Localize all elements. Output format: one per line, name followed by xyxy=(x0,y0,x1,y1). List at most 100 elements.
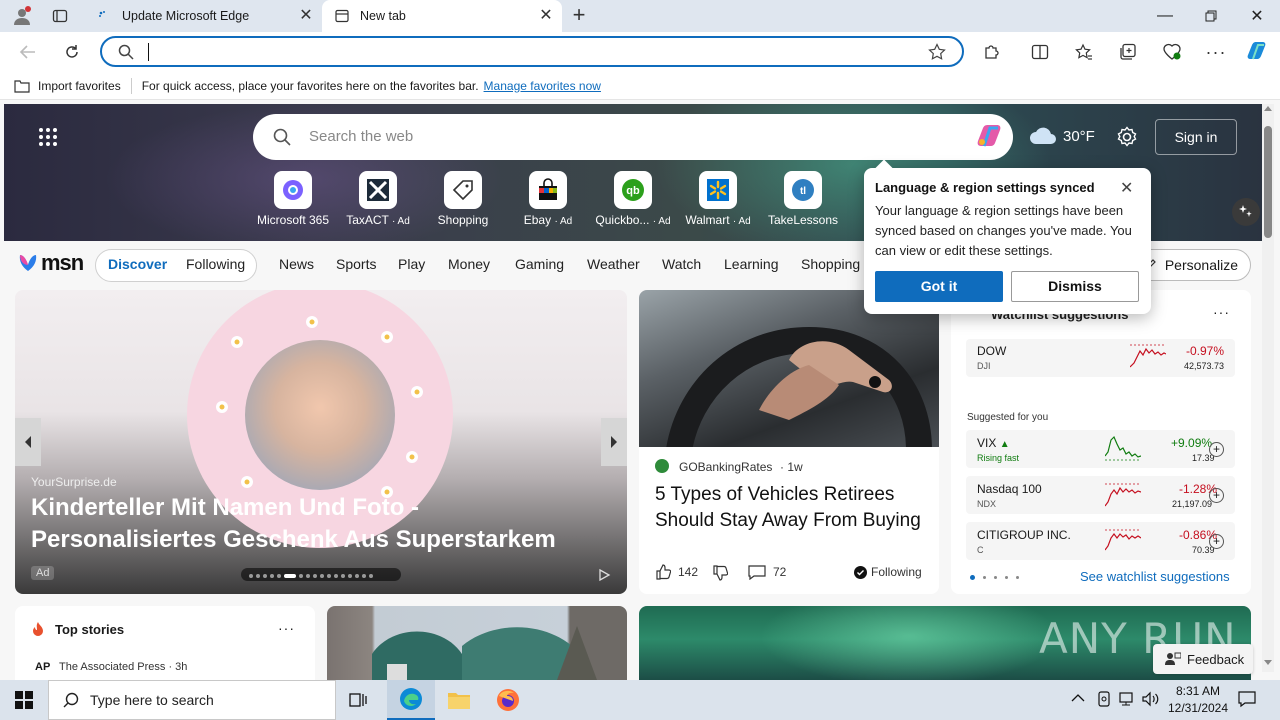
dismiss-button[interactable]: Dismiss xyxy=(1011,271,1139,302)
notifications-icon[interactable] xyxy=(1238,690,1256,708)
article-card[interactable]: GOBankingRates · 1w 5 Types of Vehicles … xyxy=(639,290,939,594)
nav-money[interactable]: Money xyxy=(448,256,490,272)
network-icon[interactable] xyxy=(1119,691,1137,707)
nav-news[interactable]: News xyxy=(279,256,314,272)
back-icon[interactable] xyxy=(14,38,42,66)
device-icon[interactable] xyxy=(1096,691,1112,707)
quick-link-ebay[interactable]: Ebay · Ad xyxy=(506,171,590,227)
story-image-card[interactable] xyxy=(327,606,627,680)
copilot-search-icon[interactable] xyxy=(973,122,1005,152)
carousel-next-button[interactable] xyxy=(601,418,627,466)
nav-weather[interactable]: Weather xyxy=(587,256,640,272)
page-scrollbar[interactable] xyxy=(1262,104,1274,672)
task-view-icon[interactable] xyxy=(348,690,370,710)
see-watchlist-link[interactable]: See watchlist suggestions xyxy=(1080,569,1230,584)
start-button[interactable] xyxy=(0,680,48,720)
carousel-indicator[interactable] xyxy=(241,568,401,581)
sign-in-button[interactable]: Sign in xyxy=(1155,119,1237,155)
popup-close-icon[interactable]: ✕ xyxy=(1120,178,1133,198)
msn-search-box[interactable]: Search the web xyxy=(253,114,1013,160)
browser-essentials-icon[interactable] xyxy=(1158,38,1186,66)
close-window-button[interactable]: ✕ xyxy=(1234,0,1280,32)
nav-sports[interactable]: Sports xyxy=(336,256,376,272)
add-nasdaq-button[interactable]: + xyxy=(1209,488,1224,503)
address-input[interactable] xyxy=(148,43,848,61)
nav-gaming[interactable]: Gaming xyxy=(515,256,564,272)
msn-search-input[interactable]: Search the web xyxy=(309,128,413,145)
article-source[interactable]: GOBankingRates xyxy=(679,460,772,474)
article-headline[interactable]: 5 Types of Vehicles Retirees Should Stay… xyxy=(655,482,931,534)
personalize-button[interactable]: Personalize xyxy=(1135,249,1251,281)
nav-shopping[interactable]: Shopping xyxy=(801,256,860,272)
stock-row-dow[interactable]: DOW DJI -0.97% 42,573.73 xyxy=(966,339,1235,377)
collections-icon[interactable] xyxy=(1114,38,1142,66)
more-menu-icon[interactable]: ··· xyxy=(1202,38,1230,66)
thumbs-down-icon[interactable] xyxy=(712,565,728,581)
scroll-down-arrow[interactable] xyxy=(1264,660,1272,665)
carousel-prev-button[interactable] xyxy=(15,418,41,466)
stock-row-nasdaq[interactable]: Nasdaq 100 NDX -1.28% 21,197.09 xyxy=(966,476,1235,514)
add-vix-button[interactable]: + xyxy=(1209,442,1224,457)
weather-cloud-icon[interactable] xyxy=(1029,126,1057,146)
quick-link-microsoft-365[interactable]: Microsoft 365 xyxy=(251,171,335,227)
volume-icon[interactable] xyxy=(1142,691,1160,707)
refresh-icon[interactable] xyxy=(58,38,86,66)
add-citigroup-button[interactable]: + xyxy=(1209,534,1224,549)
tab-following[interactable]: Following xyxy=(186,256,245,272)
clock[interactable]: 8:31 AM 12/31/2024 xyxy=(1162,683,1234,717)
minimize-button[interactable]: — xyxy=(1142,0,1188,32)
nav-learning[interactable]: Learning xyxy=(724,256,779,272)
feedback-button[interactable]: Feedback xyxy=(1153,644,1253,674)
quick-link-taxact[interactable]: TaxACT · Ad xyxy=(336,171,420,227)
taskbar-edge-button[interactable] xyxy=(387,680,435,720)
taskbar-firefox-button[interactable] xyxy=(496,688,520,712)
top-stories-more-icon[interactable]: ··· xyxy=(278,620,295,636)
background-effects-icon[interactable] xyxy=(1232,198,1260,226)
got-it-button[interactable]: Got it xyxy=(875,271,1003,302)
tab-actions-icon[interactable] xyxy=(52,8,68,24)
nav-play[interactable]: Play xyxy=(398,256,425,272)
stock-row-vix[interactable]: VIX ▲ Rising fast +9.09% 17.39 xyxy=(966,430,1235,468)
apps-launcher-icon[interactable] xyxy=(38,127,58,147)
favorites-icon[interactable] xyxy=(1070,38,1098,66)
profile-avatar-icon[interactable] xyxy=(12,6,32,26)
favorite-star-icon[interactable] xyxy=(928,43,946,61)
split-screen-icon[interactable] xyxy=(1026,38,1054,66)
watchlist-page-dots[interactable] xyxy=(970,575,1019,580)
quick-link-shopping[interactable]: Shopping xyxy=(421,171,505,227)
quick-link-quickbooks[interactable]: qb Quickbo... · Ad xyxy=(591,171,675,227)
quick-link-takelessons[interactable]: tl TakeLessons xyxy=(761,171,845,227)
top-stories-title[interactable]: Top stories xyxy=(55,622,124,637)
hero-headline[interactable]: Kinderteller Mit Namen Und Foto - Person… xyxy=(31,492,611,558)
taskbar-explorer-button[interactable] xyxy=(447,690,471,710)
hero-ad-card[interactable]: YourSurprise.de Kinderteller Mit Namen U… xyxy=(15,290,627,594)
import-favorites-button[interactable]: Import favorites xyxy=(38,79,121,93)
stock-row-citigroup[interactable]: CITIGROUP INC. C -0.86% 70.39 xyxy=(966,522,1235,560)
tab-discover[interactable]: Discover xyxy=(108,256,167,272)
watchlist-more-icon[interactable]: ··· xyxy=(1213,304,1230,320)
close-tab-icon[interactable]: ✕ xyxy=(538,8,554,24)
nav-watch[interactable]: Watch xyxy=(662,256,701,272)
restore-button[interactable] xyxy=(1188,0,1234,32)
taskbar-search-box[interactable]: Type here to search xyxy=(48,680,336,720)
close-tab-icon[interactable]: ✕ xyxy=(298,8,314,24)
comments-button[interactable]: 72 xyxy=(748,564,786,580)
like-button[interactable]: 142 xyxy=(655,564,698,580)
import-favorites-icon[interactable] xyxy=(14,79,30,93)
tab-new-tab[interactable]: New tab ✕ xyxy=(322,0,562,32)
address-bar[interactable] xyxy=(100,36,964,67)
ad-choices-icon[interactable] xyxy=(597,568,611,582)
settings-gear-icon[interactable] xyxy=(1116,126,1138,148)
copilot-icon[interactable] xyxy=(1244,39,1270,65)
tab-update-edge[interactable]: Update Microsoft Edge ✕ xyxy=(84,0,322,32)
msn-logo[interactable]: msn xyxy=(16,250,84,276)
extensions-icon[interactable] xyxy=(978,38,1006,66)
quick-link-walmart[interactable]: Walmart · Ad xyxy=(676,171,760,227)
scroll-thumb[interactable] xyxy=(1264,126,1272,238)
following-status[interactable]: Following xyxy=(854,565,922,579)
manage-favorites-link[interactable]: Manage favorites now xyxy=(484,79,601,93)
scroll-up-arrow[interactable] xyxy=(1264,106,1272,111)
weather-temperature[interactable]: 30°F xyxy=(1063,128,1095,145)
new-tab-button[interactable]: + xyxy=(568,4,590,27)
show-hidden-icons-button[interactable] xyxy=(1071,693,1085,703)
